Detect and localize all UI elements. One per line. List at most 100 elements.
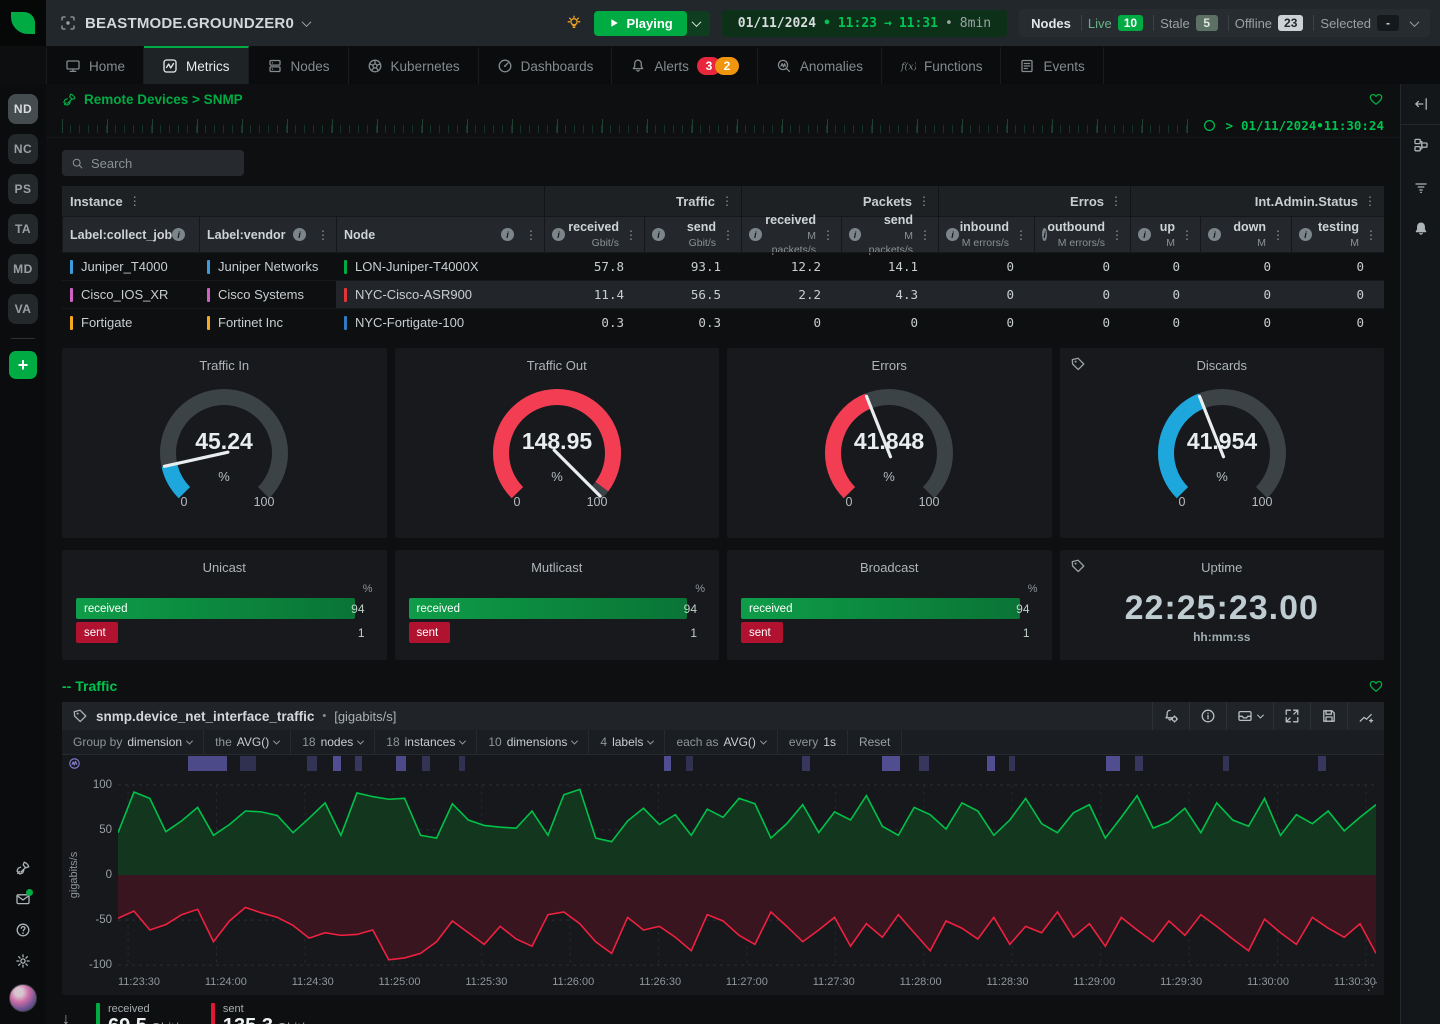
alert-config-icon[interactable]: [1152, 702, 1189, 730]
menu-dots-icon[interactable]: ⋮: [919, 228, 931, 242]
invitations-icon[interactable]: [15, 891, 31, 907]
info-icon[interactable]: i: [946, 228, 959, 241]
table-cell-value[interactable]: 0: [741, 308, 841, 336]
table-cell-value[interactable]: 57.8: [544, 252, 644, 280]
space-selector[interactable]: BEASTMODE.GROUNDZER0: [46, 0, 324, 46]
filter-icon[interactable]: [1413, 179, 1429, 195]
table-cell-value[interactable]: 0.3: [544, 308, 644, 336]
menu-dots-icon[interactable]: ⋮: [129, 194, 141, 208]
column-header-label-vendor[interactable]: Label:vendori⋮: [199, 216, 336, 252]
column-group-int-admin-status[interactable]: Int.Admin.Status⋮: [1130, 186, 1384, 216]
add-workspace-button[interactable]: +: [9, 351, 37, 379]
table-cell[interactable]: Juniper_T4000: [62, 252, 199, 280]
legend-item-sent[interactable]: sent135.3Gbit/s: [211, 1003, 311, 1024]
column-group-erros[interactable]: Erros⋮: [938, 186, 1130, 216]
dimension-bar-sent[interactable]: sent1: [76, 622, 373, 643]
table-cell-value[interactable]: 0: [1130, 252, 1200, 280]
table-cell-value[interactable]: 11.4: [544, 280, 644, 308]
dimension-bar-sent[interactable]: sent1: [409, 622, 706, 643]
table-cell-value[interactable]: 14.1: [841, 252, 938, 280]
plot-area[interactable]: [118, 777, 1376, 973]
table-cell[interactable]: LON-Juniper-T4000X: [336, 252, 544, 280]
table-cell-value[interactable]: 0: [1130, 280, 1200, 308]
chart-control-dimensions[interactable]: 10dimensions: [477, 730, 589, 754]
table-cell[interactable]: Cisco_IOS_XR: [62, 280, 199, 308]
workspace-md[interactable]: MD: [8, 254, 38, 284]
chart-control-reset[interactable]: Reset: [848, 730, 902, 754]
column-header-down[interactable]: idownM⋮: [1200, 216, 1291, 252]
info-icon[interactable]: i: [1138, 228, 1151, 241]
column-header-outbound[interactable]: ioutboundM errors/s⋮: [1034, 216, 1130, 252]
menu-dots-icon[interactable]: ⋮: [1111, 228, 1123, 242]
collapse-sidebar-icon[interactable]: [1413, 96, 1429, 112]
metric-correlations-icon[interactable]: [1226, 702, 1273, 730]
info-icon[interactable]: i: [849, 228, 861, 241]
column-header-received[interactable]: ireceivedM packets/s⋮: [741, 216, 841, 252]
table-cell-value[interactable]: 0: [1291, 252, 1384, 280]
table-cell-value[interactable]: 0: [1130, 308, 1200, 336]
nodes-summary[interactable]: Nodes Live10Stale5Offline23Selected-: [1019, 9, 1430, 37]
info-icon[interactable]: i: [1208, 228, 1221, 241]
nodes-count-offline[interactable]: Offline23: [1228, 15, 1304, 31]
info-icon[interactable]: i: [501, 228, 514, 241]
tab-events[interactable]: Events: [1001, 46, 1103, 84]
table-cell[interactable]: Fortinet Inc: [199, 308, 336, 336]
workspace-va[interactable]: VA: [8, 294, 38, 324]
chart-control-dimension[interactable]: Group bydimension: [62, 730, 204, 754]
tab-metrics[interactable]: Metrics: [144, 46, 249, 84]
favorite-heart-icon[interactable]: [1368, 678, 1384, 694]
dimension-bar-received[interactable]: received94: [76, 598, 373, 619]
table-cell-value[interactable]: 0: [938, 308, 1034, 336]
info-icon[interactable]: i: [293, 228, 306, 241]
nodes-count-stale[interactable]: Stale5: [1153, 15, 1218, 31]
table-cell[interactable]: Cisco Systems: [199, 280, 336, 308]
scroll-down-icon[interactable]: ↓: [62, 1011, 70, 1024]
table-cell-value[interactable]: 4.3: [841, 280, 938, 308]
table-cell-value[interactable]: 0: [1034, 308, 1130, 336]
column-group-packets[interactable]: Packets⋮: [741, 186, 938, 216]
column-header-send[interactable]: isendM packets/s⋮: [841, 216, 938, 252]
table-cell-value[interactable]: 0: [1291, 280, 1384, 308]
table-cell-value[interactable]: 0: [1200, 280, 1291, 308]
workspace-nd[interactable]: ND: [8, 94, 38, 124]
table-cell[interactable]: Fortigate: [62, 308, 199, 336]
table-cell-value[interactable]: 0: [938, 252, 1034, 280]
menu-dots-icon[interactable]: ⋮: [525, 228, 537, 242]
tab-kubernetes[interactable]: Kubernetes: [349, 46, 479, 84]
menu-dots-icon[interactable]: ⋮: [722, 228, 734, 242]
chart-control-instances[interactable]: 18instances: [375, 730, 477, 754]
table-cell-value[interactable]: 56.5: [644, 280, 741, 308]
table-cell-value[interactable]: 0: [1291, 308, 1384, 336]
menu-dots-icon[interactable]: ⋮: [918, 194, 930, 208]
column-header-received[interactable]: ireceivedGbit/s⋮: [544, 216, 644, 252]
menu-dots-icon[interactable]: ⋮: [1272, 228, 1284, 242]
rocket-icon[interactable]: [15, 860, 31, 876]
tab-functions[interactable]: f(x)Functions: [882, 46, 1002, 84]
workspace-nc[interactable]: NC: [8, 134, 38, 164]
nodes-count-live[interactable]: Live10: [1081, 15, 1143, 31]
time-ruler[interactable]: > 01/11/2024•11:30:24: [46, 112, 1400, 138]
fullscreen-icon[interactable]: [1273, 702, 1310, 730]
help-icon[interactable]: [15, 922, 31, 938]
user-avatar[interactable]: [9, 984, 37, 1012]
tab-dashboards[interactable]: Dashboards: [479, 46, 613, 84]
nodes-count-selected[interactable]: Selected-: [1313, 15, 1399, 31]
menu-dots-icon[interactable]: ⋮: [317, 228, 329, 242]
column-group-instance[interactable]: Instance⋮: [62, 186, 544, 216]
info-icon[interactable]: i: [749, 228, 762, 241]
play-control[interactable]: Playing: [594, 11, 710, 36]
node-hierarchy-icon[interactable]: [1413, 137, 1429, 153]
table-cell[interactable]: NYC-Fortigate-100: [336, 308, 544, 336]
tab-alerts[interactable]: Alerts32: [612, 46, 758, 84]
column-header-testing[interactable]: itestingM⋮: [1291, 216, 1384, 252]
table-cell-value[interactable]: 0: [1034, 252, 1130, 280]
alert-count-badge[interactable]: 2: [715, 57, 739, 75]
table-cell-value[interactable]: 93.1: [644, 252, 741, 280]
table-cell[interactable]: NYC-Cisco-ASR900: [336, 280, 544, 308]
info-icon[interactable]: i: [652, 228, 665, 241]
info-icon[interactable]: [1189, 702, 1226, 730]
menu-dots-icon[interactable]: ⋮: [822, 228, 834, 242]
chart-control-avg[interactable]: each asAVG(): [665, 730, 777, 754]
date-range-picker[interactable]: 01/11/2024 • 11:23 → 11:31 • 8min: [722, 10, 1007, 37]
column-header-node[interactable]: Nodei⋮: [336, 216, 544, 252]
